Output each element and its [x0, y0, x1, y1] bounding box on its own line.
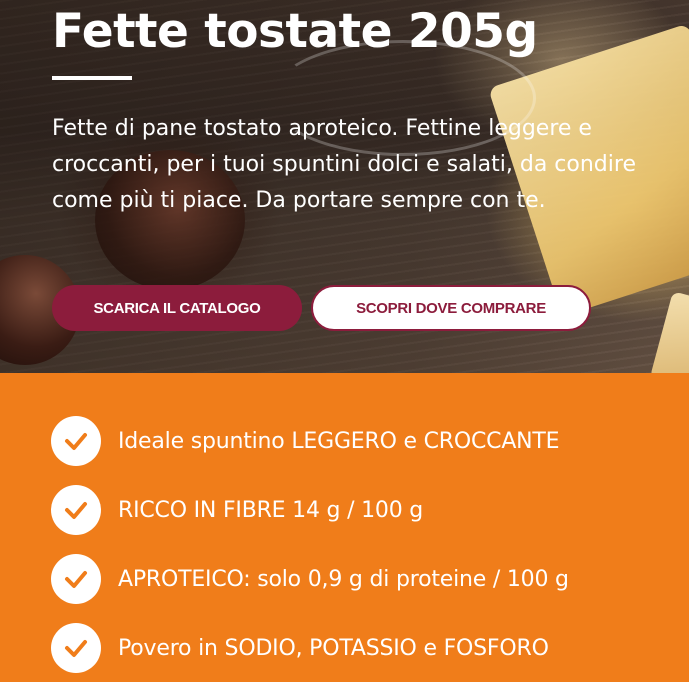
- check-icon: [51, 554, 101, 604]
- title-underline: [52, 76, 132, 80]
- check-icon: [51, 623, 101, 673]
- check-icon: [51, 485, 101, 535]
- feature-label: Ideale spuntino LEGGERO e CROCCANTE: [118, 428, 560, 454]
- product-title: Fette tostate 205g: [52, 4, 538, 59]
- feature-item: APROTEICO: solo 0,9 g di proteine / 100 …: [51, 554, 569, 604]
- feature-label: Povero in SODIO, POTASSIO e FOSFORO: [118, 635, 549, 661]
- check-icon: [51, 416, 101, 466]
- feature-item: Povero in SODIO, POTASSIO e FOSFORO: [51, 623, 549, 673]
- find-where-to-buy-button[interactable]: SCOPRI DOVE COMPRARE: [311, 285, 591, 331]
- feature-label: APROTEICO: solo 0,9 g di proteine / 100 …: [118, 566, 569, 592]
- feature-item: Ideale spuntino LEGGERO e CROCCANTE: [51, 416, 560, 466]
- product-description: Fette di pane tostato aproteico. Fettine…: [52, 116, 636, 213]
- feature-label: RICCO IN FIBRE 14 g / 100 g: [118, 497, 424, 523]
- toast-slice-image: [649, 291, 689, 373]
- features-list: Ideale spuntino LEGGERO e CROCCANTE RICC…: [0, 373, 689, 682]
- download-catalog-button[interactable]: SCARICA IL CATALOGO: [52, 285, 302, 331]
- hero-banner: Fette tostate 205g Fette di pane tostato…: [0, 0, 689, 373]
- feature-item: RICCO IN FIBRE 14 g / 100 g: [51, 485, 423, 535]
